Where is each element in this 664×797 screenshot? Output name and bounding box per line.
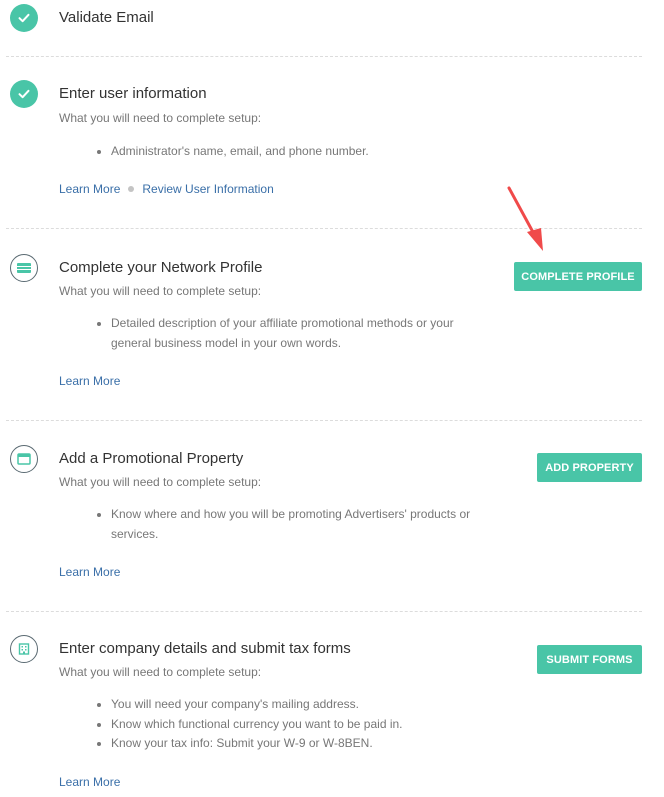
requirements-list: Detailed description of your affiliate p… [92, 314, 491, 353]
requirements-list: Know where and how you will be promoting… [92, 505, 491, 544]
list-item: Detailed description of your affiliate p… [111, 314, 491, 353]
step-title: Add a Promotional Property [59, 450, 244, 467]
divider [6, 420, 642, 421]
add-property-button[interactable]: ADD PROPERTY [537, 453, 642, 482]
learn-more-link[interactable]: Learn More [59, 182, 120, 196]
check-icon [10, 4, 38, 32]
step-links: Learn More Review User Information [59, 182, 274, 196]
list-item: Know your tax info: Submit your W-9 or W… [111, 734, 491, 754]
building-icon [10, 635, 38, 663]
complete-profile-button[interactable]: COMPLETE PROFILE [514, 262, 642, 291]
requirements-label: What you will need to complete setup: [59, 284, 262, 298]
list-item: Know where and how you will be promoting… [111, 505, 491, 544]
review-user-information-link[interactable]: Review User Information [142, 182, 273, 196]
annotation-arrow-icon [507, 186, 543, 251]
step-title: Enter user information [59, 85, 207, 102]
learn-more-link[interactable]: Learn More [59, 565, 120, 579]
divider [6, 611, 642, 612]
list-item: Know which functional currency you want … [111, 715, 491, 735]
step-links: Learn More [59, 775, 120, 789]
separator-dot [128, 186, 135, 192]
step-title: Complete your Network Profile [59, 259, 263, 276]
requirements-label: What you will need to complete setup: [59, 111, 262, 125]
divider [6, 56, 642, 57]
check-icon [10, 80, 38, 108]
learn-more-link[interactable]: Learn More [59, 374, 120, 388]
requirements-list: Administrator's name, email, and phone n… [92, 142, 369, 162]
step-title: Enter company details and submit tax for… [59, 640, 351, 657]
requirements-label: What you will need to complete setup: [59, 475, 262, 489]
step-title: Validate Email [59, 9, 154, 26]
requirements-list: You will need your company's mailing add… [92, 695, 491, 754]
profile-card-icon [10, 254, 38, 282]
learn-more-link[interactable]: Learn More [59, 775, 120, 789]
submit-forms-button[interactable]: SUBMIT FORMS [537, 645, 642, 674]
requirements-label: What you will need to complete setup: [59, 665, 262, 679]
list-item: You will need your company's mailing add… [111, 695, 491, 715]
browser-window-icon [10, 445, 38, 473]
list-item: Administrator's name, email, and phone n… [111, 142, 369, 162]
step-links: Learn More [59, 565, 120, 579]
step-links: Learn More [59, 374, 120, 388]
